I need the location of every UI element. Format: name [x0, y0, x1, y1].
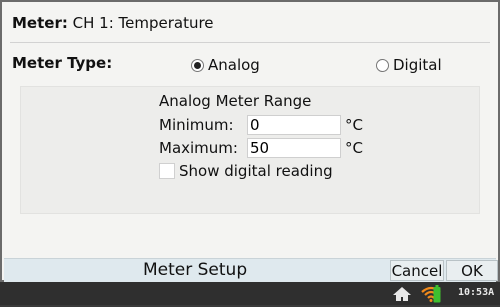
show-digital-label: Show digital reading [179, 162, 333, 180]
divider [10, 42, 490, 43]
radio-checked-icon [191, 58, 204, 72]
minimum-row: Minimum: °C [159, 114, 363, 136]
window-title: Meter: CH 1: Temperature [12, 10, 214, 36]
maximum-input[interactable] [247, 138, 341, 158]
radio-analog-label: Analog [208, 56, 260, 74]
title-label: Meter: [12, 14, 68, 32]
meter-type-row: Meter Type: Analog Digital [2, 46, 498, 84]
radio-digital[interactable]: Digital [376, 56, 442, 74]
meter-type-label: Meter Type: [12, 54, 113, 72]
cancel-button[interactable]: Cancel [390, 260, 444, 281]
maximum-row: Maximum: °C [159, 137, 363, 159]
system-status-bar: 10:53A [0, 282, 500, 305]
minimum-input[interactable] [247, 115, 341, 135]
show-digital-checkbox[interactable]: Show digital reading [159, 162, 333, 180]
minimum-label: Minimum: [159, 116, 234, 134]
title-channel: CH 1: Temperature [72, 14, 214, 32]
minimum-unit: °C [345, 116, 363, 134]
radio-digital-label: Digital [393, 56, 442, 74]
bottom-bar: Meter Setup Cancel OK [4, 258, 498, 283]
ok-button[interactable]: OK [446, 260, 498, 281]
bottom-title: Meter Setup [143, 260, 248, 280]
maximum-unit: °C [345, 139, 363, 157]
checkbox-icon [159, 163, 175, 179]
meter-setup-screen: Meter: CH 1: Temperature Meter Type: Ana… [0, 0, 500, 283]
home-icon[interactable] [392, 286, 412, 306]
radio-unchecked-icon [376, 58, 389, 72]
range-title: Analog Meter Range [159, 92, 312, 110]
battery-icon [433, 285, 441, 307]
clock: 10:53A [458, 287, 495, 298]
radio-analog[interactable]: Analog [191, 56, 260, 74]
maximum-label: Maximum: [159, 139, 238, 157]
